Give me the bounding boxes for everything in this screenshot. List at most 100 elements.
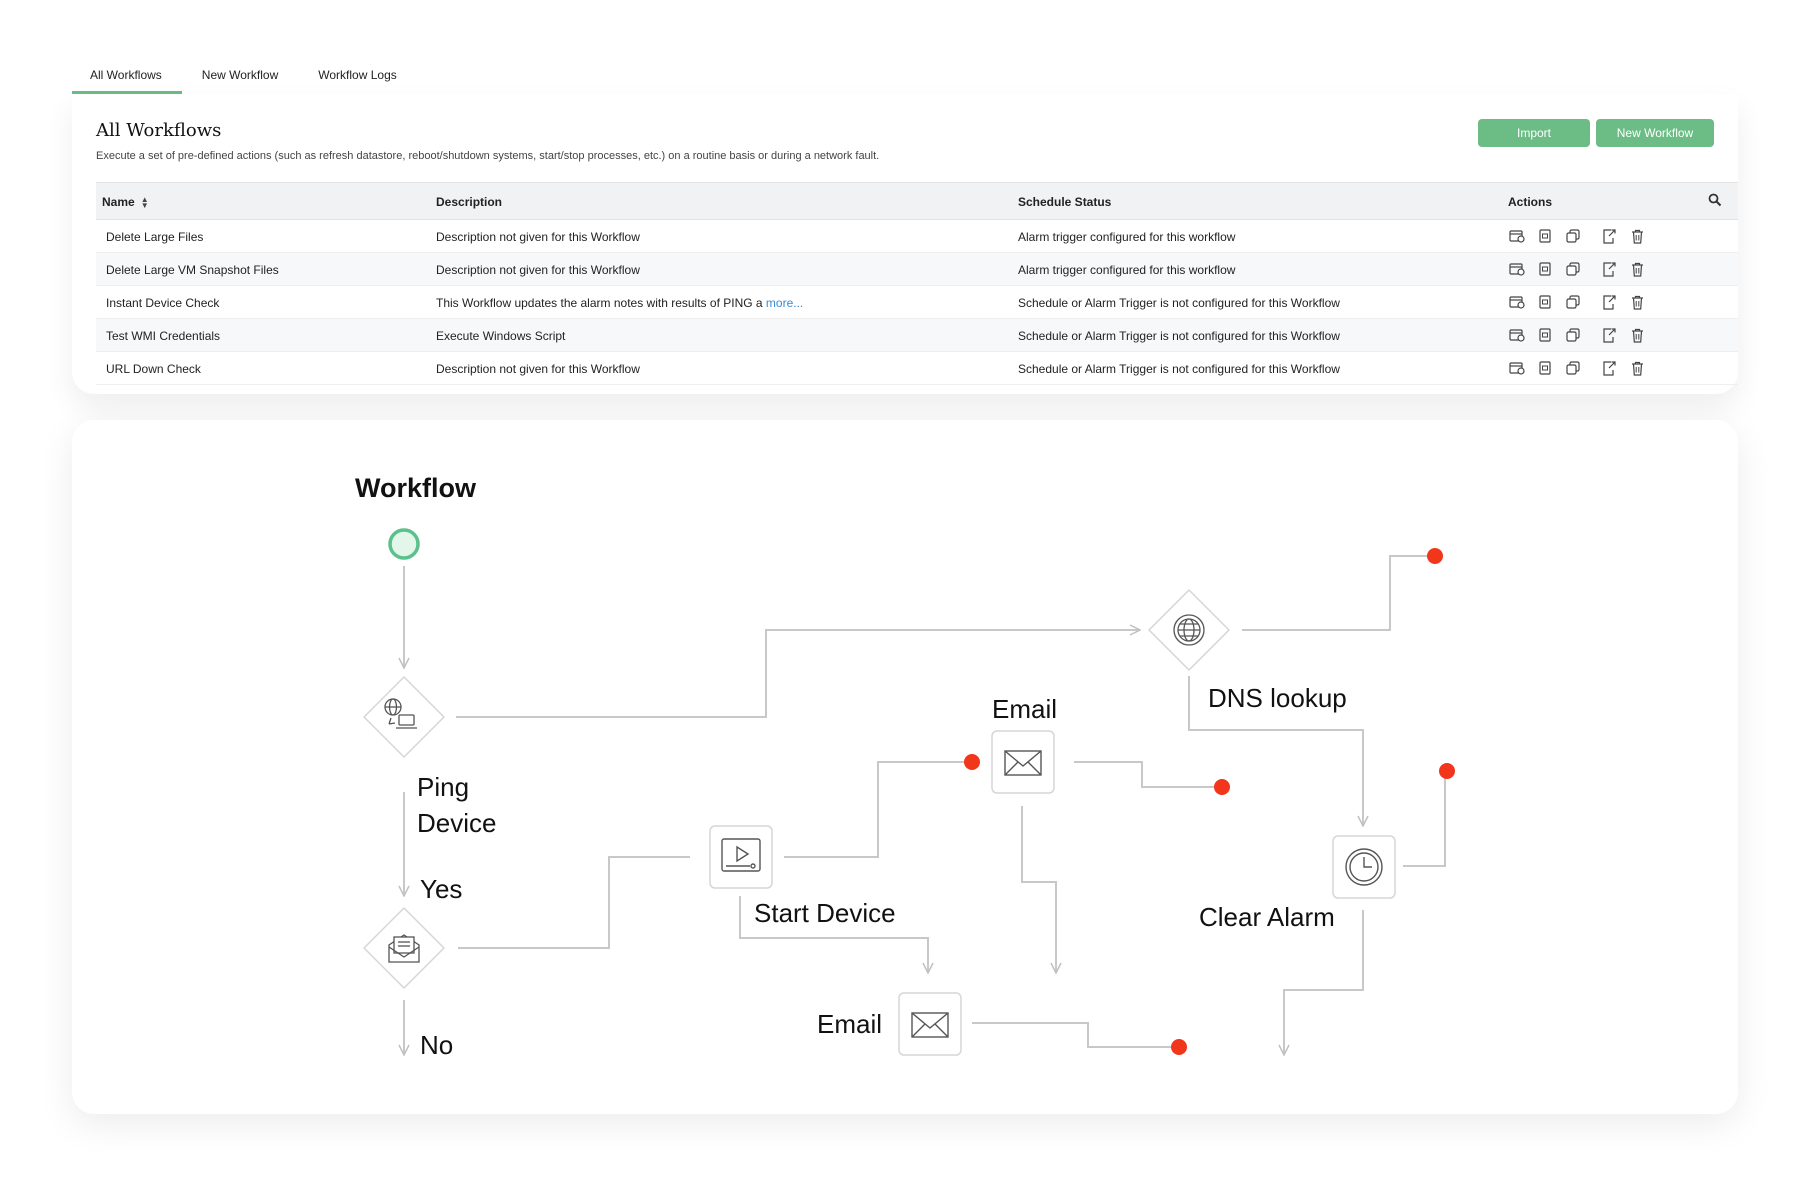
email-top-label: Email	[992, 694, 1057, 724]
workflow-name[interactable]: Delete Large Files	[106, 230, 203, 244]
connector-email-dot	[1074, 761, 1220, 788]
copy-icon[interactable]	[1564, 226, 1582, 246]
tab-new-workflow[interactable]: New Workflow	[182, 56, 298, 94]
column-name-label: Name	[102, 195, 135, 209]
notification-node[interactable]	[363, 907, 445, 989]
edit-icon[interactable]	[1536, 226, 1554, 246]
table-header: Name ▲ ▼ Description Schedule Status Actio…	[96, 182, 1738, 220]
copy-icon[interactable]	[1564, 259, 1582, 279]
edit-icon[interactable]	[1536, 325, 1554, 345]
table-row[interactable]: Test WMI Credentials Execute Windows Scr…	[96, 319, 1738, 352]
export-icon[interactable]	[1600, 358, 1618, 378]
yes-label: Yes	[420, 874, 462, 904]
workflows-table: Name ▲ ▼ Description Schedule Status Actio…	[96, 182, 1738, 385]
delete-icon[interactable]	[1628, 259, 1646, 279]
column-actions-header: Actions	[1508, 195, 1553, 209]
row-actions	[1508, 325, 1656, 345]
workflow-name[interactable]: Delete Large VM Snapshot Files	[106, 263, 279, 277]
no-label: No	[420, 1030, 453, 1060]
table-row[interactable]: URL Down Check Description not given for…	[96, 352, 1738, 385]
search-icon[interactable]	[1708, 193, 1724, 209]
workflow-description: This Workflow updates the alarm notes wi…	[436, 296, 803, 310]
connector-dns-dot	[1242, 555, 1432, 631]
delete-icon[interactable]	[1628, 358, 1646, 378]
row-actions	[1508, 292, 1656, 312]
delete-icon[interactable]	[1628, 325, 1646, 345]
column-description-header: Description	[436, 195, 503, 209]
edit-icon[interactable]	[1536, 259, 1554, 279]
dns-lookup-node[interactable]	[1148, 589, 1230, 671]
globe-icon	[1173, 614, 1205, 646]
table-row[interactable]: Delete Large VM Snapshot Files Descripti…	[96, 253, 1738, 286]
workflow-description: Description not given for this Workflow	[436, 362, 640, 376]
schedule-icon[interactable]	[1508, 358, 1526, 378]
end-dot[interactable]	[1214, 779, 1230, 795]
row-actions	[1508, 259, 1656, 279]
ping-device-node[interactable]	[363, 676, 445, 758]
start-node[interactable]	[388, 528, 420, 560]
row-actions	[1508, 358, 1656, 378]
new-workflow-button[interactable]: New Workflow	[1596, 119, 1714, 147]
workflow-description: Description not given for this Workflow	[436, 263, 640, 277]
copy-icon[interactable]	[1564, 292, 1582, 312]
page-description: Execute a set of pre-defined actions (su…	[96, 150, 880, 162]
row-actions	[1508, 226, 1656, 246]
schedule-icon[interactable]	[1508, 259, 1526, 279]
tab-workflow-logs[interactable]: Workflow Logs	[298, 56, 416, 94]
delete-icon[interactable]	[1628, 292, 1646, 312]
workflows-panel: All Workflows Execute a set of pre-defin…	[72, 94, 1738, 394]
export-icon[interactable]	[1600, 226, 1618, 246]
import-button[interactable]: Import	[1478, 119, 1590, 147]
edit-icon[interactable]	[1536, 292, 1554, 312]
connectors	[404, 555, 1446, 1055]
workflow-diagram-panel: Workflow Ping Device Yes No DNS lookup E…	[72, 420, 1738, 1114]
schedule-icon[interactable]	[1508, 292, 1526, 312]
schedule-icon[interactable]	[1508, 325, 1526, 345]
workflow-diagram: Workflow Ping Device Yes No DNS lookup E…	[355, 473, 1455, 1060]
end-dot[interactable]	[1427, 548, 1443, 564]
ping-label-line1: Ping	[417, 772, 469, 802]
copy-icon[interactable]	[1564, 325, 1582, 345]
end-dot[interactable]	[964, 754, 980, 770]
connector-email-down	[1021, 806, 1056, 973]
sort-icon[interactable]: ▲ ▼	[141, 195, 149, 209]
email-top-node[interactable]	[991, 730, 1055, 794]
clear-alarm-label: Clear Alarm	[1199, 902, 1335, 932]
ping-label-line2: Device	[417, 808, 496, 838]
tab-all-workflows[interactable]: All Workflows	[72, 56, 182, 94]
start-device-label: Start Device	[754, 898, 896, 928]
export-icon[interactable]	[1600, 259, 1618, 279]
connector-email2-dot	[972, 1022, 1176, 1048]
table-row[interactable]: Instant Device Check This Workflow updat…	[96, 286, 1738, 319]
copy-icon[interactable]	[1564, 358, 1582, 378]
workflow-schedule: Schedule or Alarm Trigger is not configu…	[1018, 296, 1340, 310]
connector-decision-start	[458, 856, 690, 949]
workflow-name[interactable]: Instant Device Check	[106, 296, 219, 310]
start-device-node[interactable]	[709, 825, 773, 889]
email-bottom-node[interactable]	[898, 992, 962, 1056]
clear-alarm-node[interactable]	[1332, 835, 1396, 899]
workflow-schedule: Schedule or Alarm Trigger is not configu…	[1018, 362, 1340, 376]
connector-start-dot	[784, 761, 970, 858]
tab-bar: All Workflows New Workflow Workflow Logs	[72, 56, 417, 94]
email-bottom-label: Email	[817, 1009, 882, 1039]
page-title: All Workflows	[96, 120, 222, 141]
workflow-description: Execute Windows Script	[436, 329, 566, 343]
export-icon[interactable]	[1600, 292, 1618, 312]
end-dot[interactable]	[1171, 1039, 1187, 1055]
description-text: This Workflow updates the alarm notes wi…	[436, 296, 763, 310]
workflow-name[interactable]: URL Down Check	[106, 362, 201, 376]
schedule-icon[interactable]	[1508, 226, 1526, 246]
more-link[interactable]: more...	[766, 296, 803, 310]
export-icon[interactable]	[1600, 325, 1618, 345]
column-name-header[interactable]: Name ▲ ▼	[102, 195, 149, 209]
workflow-schedule: Alarm trigger configured for this workfl…	[1018, 263, 1236, 277]
connector-alarm-dot	[1403, 773, 1446, 867]
end-dot[interactable]	[1439, 763, 1455, 779]
edit-icon[interactable]	[1536, 358, 1554, 378]
workflow-schedule: Schedule or Alarm Trigger is not configu…	[1018, 329, 1340, 343]
workflow-name[interactable]: Test WMI Credentials	[106, 329, 220, 343]
diagram-title: Workflow	[355, 473, 477, 503]
table-row[interactable]: Delete Large Files Description not given…	[96, 220, 1738, 253]
delete-icon[interactable]	[1628, 226, 1646, 246]
